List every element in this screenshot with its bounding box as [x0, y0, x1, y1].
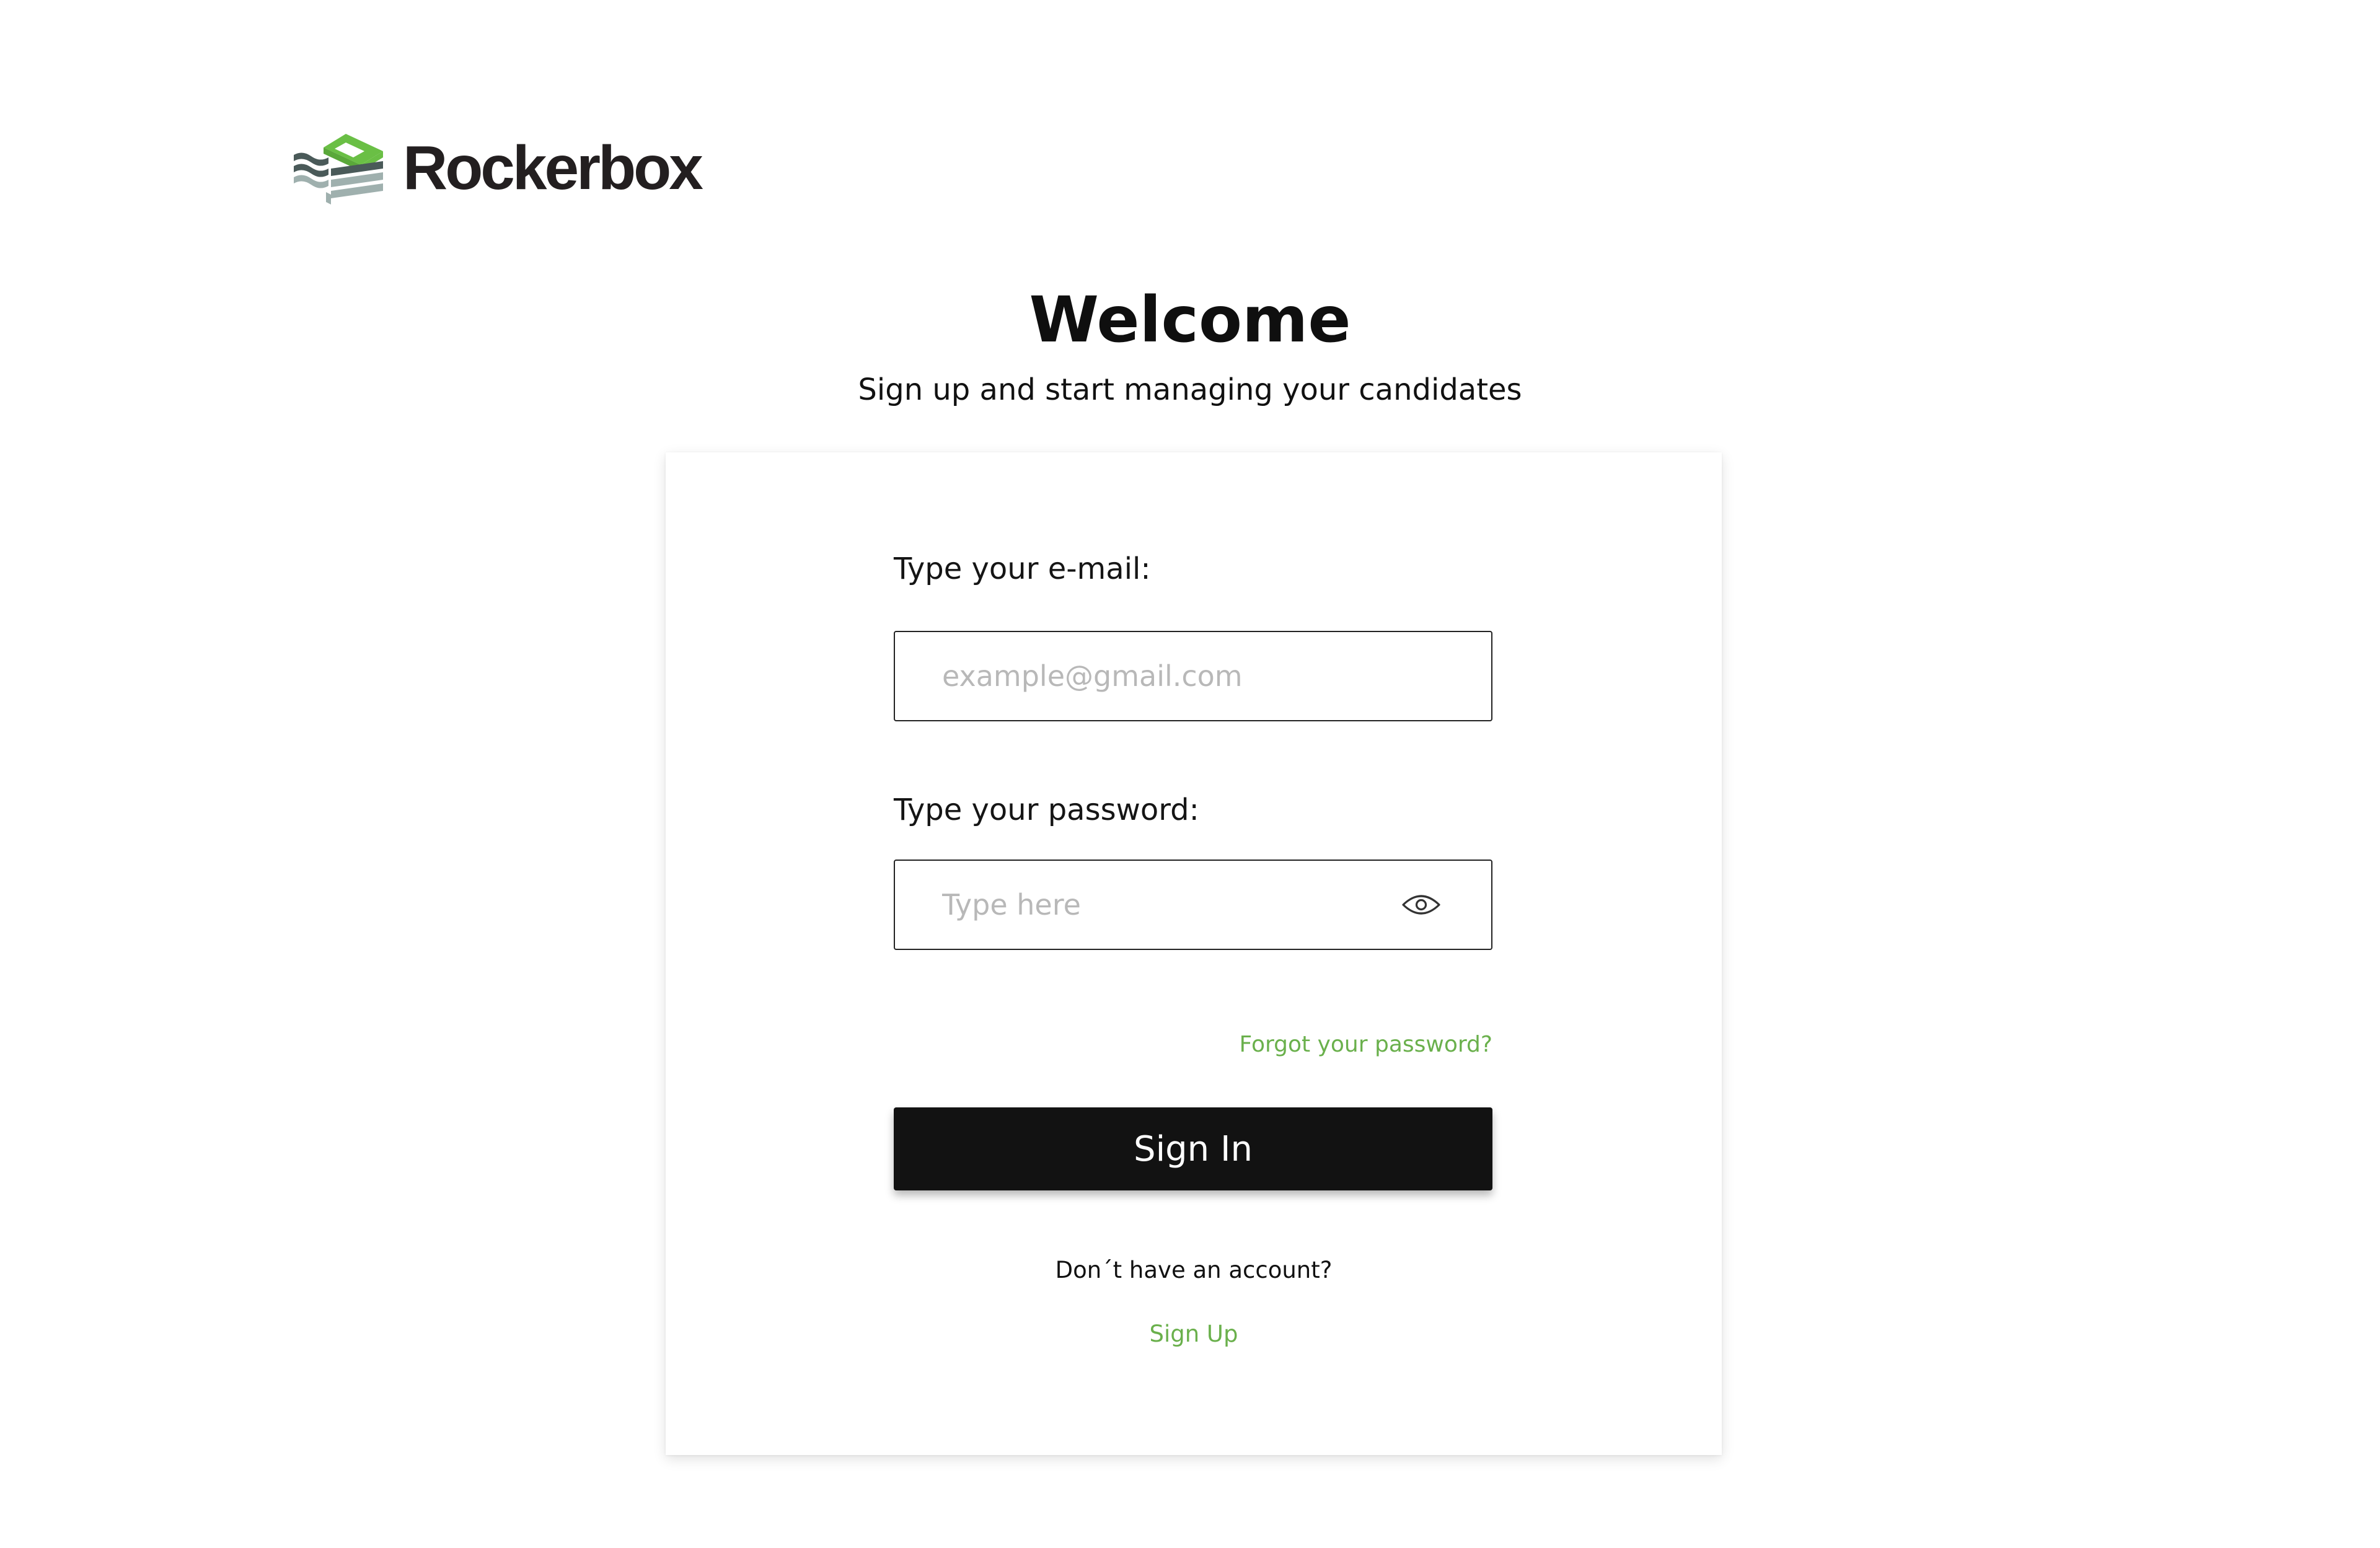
brand-name: Rockerbox: [403, 133, 703, 203]
sign-up-row: Sign Up: [666, 1319, 1722, 1349]
page-subtitle: Sign up and start managing your candidat…: [858, 372, 1522, 407]
no-account-text: Don´t have an account?: [1055, 1257, 1333, 1283]
password-label: Type your password:: [894, 793, 1199, 827]
brand-logo[interactable]: Rockerbox: [291, 130, 703, 206]
page-title: Welcome: [1029, 283, 1351, 357]
show-password-icon: [1402, 895, 1440, 915]
login-card: Type your e-mail: Type your password: Fo…: [666, 452, 1722, 1455]
forgot-password-link[interactable]: Forgot your password?: [894, 1030, 1492, 1060]
rockerbox-logo-icon: [294, 134, 383, 204]
eye-icon[interactable]: [1400, 886, 1442, 923]
sign-in-button[interactable]: Sign In: [894, 1107, 1492, 1190]
email-label: Type your e-mail:: [894, 552, 1151, 586]
sign-up-link[interactable]: Sign Up: [1149, 1321, 1238, 1347]
login-page: Rockerbox Welcome Sign up and start mana…: [0, 0, 2380, 1548]
email-field[interactable]: [894, 631, 1492, 721]
